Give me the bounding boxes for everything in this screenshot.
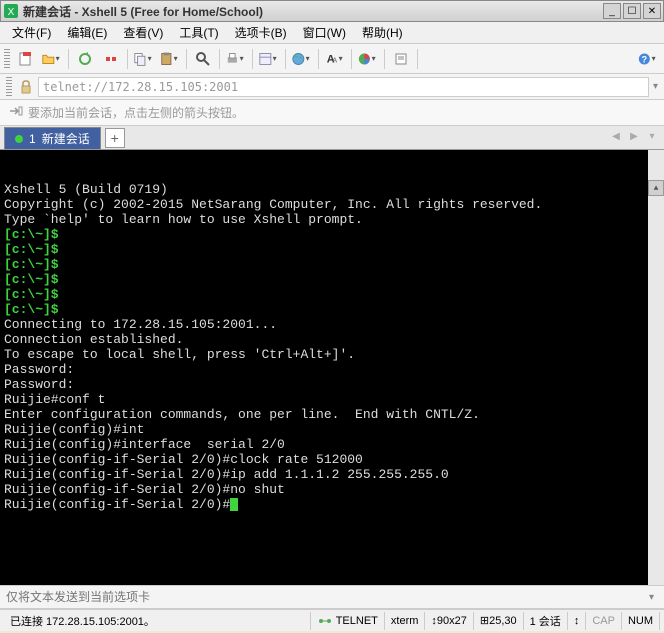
status-cap: CAP xyxy=(586,612,622,630)
toolbar: ▾ ▾ ▾ ▾ ▾ ▾ AA▾ ▾ ?▾ xyxy=(0,44,664,74)
menu-file[interactable]: 文件(F) xyxy=(4,22,59,43)
status-sessions: 1 会话 xyxy=(524,612,568,630)
session-tab-1[interactable]: 1 新建会话 xyxy=(4,127,101,149)
terminal-line: Ruijie#conf t xyxy=(4,392,660,407)
addrbar-grip xyxy=(6,77,12,97)
terminal-line: [c:\~]$ xyxy=(4,227,660,242)
status-size: ↕ 90x27 xyxy=(425,612,473,630)
maximize-button[interactable]: ☐ xyxy=(623,3,641,19)
menu-view[interactable]: 查看(V) xyxy=(115,22,171,43)
tab-bar: 1 新建会话 + ◀ ▶ ▾ xyxy=(0,126,664,150)
svg-text:A: A xyxy=(332,55,337,64)
terminal-output[interactable]: Xshell 5 (Build 0719)Copyright (c) 2002-… xyxy=(0,150,664,585)
input-dropdown-icon[interactable]: ▾ xyxy=(645,592,658,603)
add-tab-button[interactable]: + xyxy=(105,128,125,148)
new-session-button[interactable] xyxy=(14,47,38,71)
tab-index: 1 xyxy=(29,132,36,146)
disconnect-button[interactable] xyxy=(99,47,123,71)
terminal-line: Connecting to 172.28.15.105:2001... xyxy=(4,317,660,332)
menu-help[interactable]: 帮助(H) xyxy=(354,22,411,43)
app-icon: X xyxy=(3,3,19,19)
terminal-line: Xshell 5 (Build 0719) xyxy=(4,182,660,197)
menu-bar: 文件(F) 编辑(E) 查看(V) 工具(T) 选项卡(B) 窗口(W) 帮助(… xyxy=(0,22,664,44)
globe-button[interactable]: ▾ xyxy=(290,47,314,71)
terminal-line: Ruijie(config-if-Serial 2/0)#ip add 1.1.… xyxy=(4,467,660,482)
lock-icon xyxy=(18,79,34,95)
terminal-line: Password: xyxy=(4,362,660,377)
terminal-cursor xyxy=(230,498,238,511)
terminal-line: To escape to local shell, press 'Ctrl+Al… xyxy=(4,347,660,362)
open-button[interactable]: ▾ xyxy=(40,47,64,71)
tab-next-button[interactable]: ▶ xyxy=(626,128,642,144)
print-button[interactable]: ▾ xyxy=(224,47,248,71)
hint-text: 要添加当前会话，点击左侧的箭头按钮。 xyxy=(28,104,244,121)
status-bar: 已连接 172.28.15.105:2001。 TELNET xterm ↕ 9… xyxy=(0,609,664,631)
hint-arrow-icon[interactable] xyxy=(8,103,24,122)
input-bar: ▾ xyxy=(0,585,664,609)
paste-button[interactable]: ▾ xyxy=(158,47,182,71)
status-num: NUM xyxy=(622,612,660,630)
terminal-line: [c:\~]$ xyxy=(4,287,660,302)
status-connection: 已连接 172.28.15.105:2001。 xyxy=(4,612,311,630)
scroll-track[interactable] xyxy=(648,226,664,585)
address-bar: ▾ xyxy=(0,74,664,100)
svg-text:X: X xyxy=(8,7,15,18)
svg-text:?: ? xyxy=(642,54,648,64)
script-button[interactable] xyxy=(389,47,413,71)
terminal-line: Ruijie(config-if-Serial 2/0)#clock rate … xyxy=(4,452,660,467)
status-position: ⊞ 25,30 xyxy=(474,612,524,630)
terminal-line: Password: xyxy=(4,377,660,392)
address-input[interactable] xyxy=(38,77,649,97)
minimize-button[interactable]: _ xyxy=(603,3,621,19)
terminal-line: Copyright (c) 2002-2015 NetSarang Comput… xyxy=(4,197,660,212)
menu-edit[interactable]: 编辑(E) xyxy=(59,22,115,43)
tab-label: 新建会话 xyxy=(42,130,90,147)
scroll-up-button[interactable]: ▲ xyxy=(648,180,664,196)
menu-tabs[interactable]: 选项卡(B) xyxy=(227,22,295,43)
address-dropdown-icon[interactable]: ▾ xyxy=(653,81,658,92)
properties-button[interactable]: ▾ xyxy=(257,47,281,71)
toolbar-grip xyxy=(4,49,10,69)
terminal-line: [c:\~]$ xyxy=(4,242,660,257)
reconnect-button[interactable] xyxy=(73,47,97,71)
help-button[interactable]: ?▾ xyxy=(636,47,660,71)
command-input[interactable] xyxy=(6,590,645,604)
close-button[interactable]: ✕ xyxy=(643,3,661,19)
terminal-line: Ruijie(config)#interface serial 2/0 xyxy=(4,437,660,452)
copy-button[interactable]: ▾ xyxy=(132,47,156,71)
terminal-line: Type `help' to learn how to use Xshell p… xyxy=(4,212,660,227)
color-button[interactable]: ▾ xyxy=(356,47,380,71)
tab-prev-button[interactable]: ◀ xyxy=(608,128,624,144)
terminal-line: Ruijie(config-if-Serial 2/0)# xyxy=(4,497,660,512)
tab-status-dot xyxy=(15,135,23,143)
status-transfer-icon: ↕ xyxy=(568,612,587,630)
terminal-line: [c:\~]$ xyxy=(4,302,660,317)
terminal-line: Ruijie(config-if-Serial 2/0)#no shut xyxy=(4,482,660,497)
hint-bar: 要添加当前会话，点击左侧的箭头按钮。 xyxy=(0,100,664,126)
status-termtype: xterm xyxy=(385,612,426,630)
terminal-scrollbar[interactable]: ▲ ▼ xyxy=(648,150,664,585)
title-bar: X 新建会话 - Xshell 5 (Free for Home/School)… xyxy=(0,0,664,22)
menu-window[interactable]: 窗口(W) xyxy=(295,22,354,43)
tab-menu-button[interactable]: ▾ xyxy=(644,128,660,144)
font-button[interactable]: AA▾ xyxy=(323,47,347,71)
find-button[interactable] xyxy=(191,47,215,71)
terminal-line: Ruijie(config)#int xyxy=(4,422,660,437)
terminal-line: [c:\~]$ xyxy=(4,257,660,272)
terminal-line: Enter configuration commands, one per li… xyxy=(4,407,660,422)
menu-tools[interactable]: 工具(T) xyxy=(171,22,226,43)
terminal-line: Connection established. xyxy=(4,332,660,347)
status-protocol: TELNET xyxy=(311,612,385,630)
terminal-line: [c:\~]$ xyxy=(4,272,660,287)
window-title: 新建会话 - Xshell 5 (Free for Home/School) xyxy=(23,3,603,20)
